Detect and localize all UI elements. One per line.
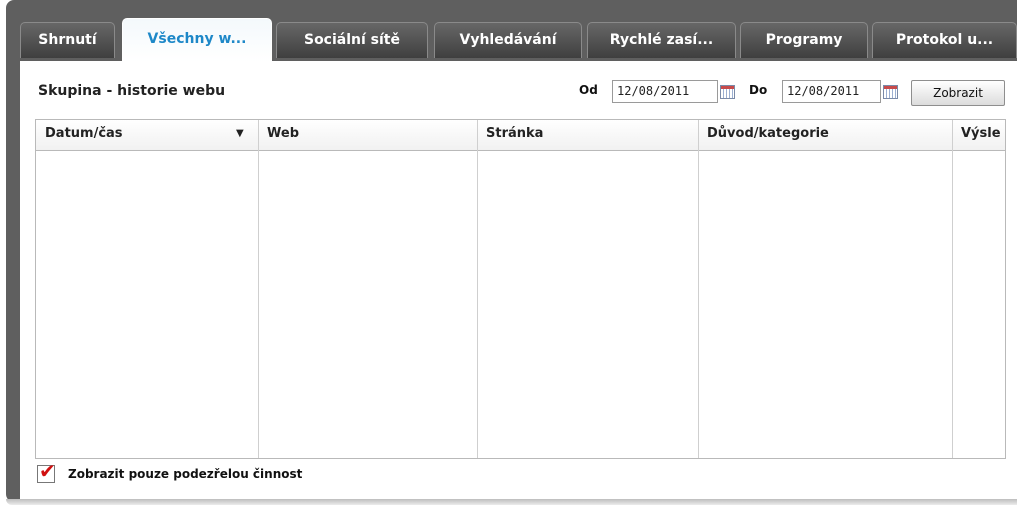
column-divider	[477, 120, 478, 458]
column-divider	[698, 120, 699, 458]
from-date-input[interactable]: 12/08/2011	[612, 80, 718, 103]
suspicious-only-checkbox[interactable]: ✔	[37, 461, 56, 483]
show-button[interactable]: Zobrazit	[911, 80, 1005, 106]
to-date-input[interactable]: 12/08/2011	[782, 80, 881, 103]
tab-bar: Shrnutí Všechny w... Sociální sítě Vyhle…	[20, 18, 1017, 62]
tab-all-web[interactable]: Všechny w...	[122, 18, 272, 62]
column-header-datetime[interactable]: Datum/čas	[45, 120, 235, 150]
calendar-icon[interactable]	[883, 85, 898, 99]
from-label: Od	[579, 83, 598, 97]
column-divider	[258, 120, 259, 458]
tab-social-networks[interactable]: Sociální sítě	[276, 22, 428, 58]
column-divider	[952, 120, 953, 458]
tab-log[interactable]: Protokol u...	[872, 22, 1017, 58]
to-label: Do	[749, 83, 768, 97]
content-panel: Skupina - historie webu Od 12/08/2011 Do…	[20, 61, 1017, 499]
sort-descending-icon[interactable]: ▼	[236, 120, 244, 148]
tab-instant-messaging[interactable]: Rychlé zasí...	[587, 22, 736, 58]
column-header-web[interactable]: Web	[267, 120, 467, 150]
page-title: Skupina - historie webu	[38, 83, 226, 99]
column-header-reason-category[interactable]: Důvod/kategorie	[707, 120, 937, 150]
column-header-result[interactable]: Výsle	[961, 120, 1005, 150]
tab-programs[interactable]: Programy	[740, 22, 868, 58]
checkmark-icon: ✔	[39, 459, 56, 483]
frame-shadow	[6, 499, 1017, 505]
suspicious-only-label: Zobrazit pouze podezřelou činnost	[68, 467, 303, 481]
column-header-page[interactable]: Stránka	[486, 120, 686, 150]
tab-search[interactable]: Vyhledávání	[434, 22, 582, 58]
tab-summary[interactable]: Shrnutí	[20, 22, 115, 58]
calendar-icon[interactable]	[720, 85, 735, 99]
history-table: Datum/čas ▼ Web Stránka Důvod/kategorie …	[35, 119, 1006, 459]
